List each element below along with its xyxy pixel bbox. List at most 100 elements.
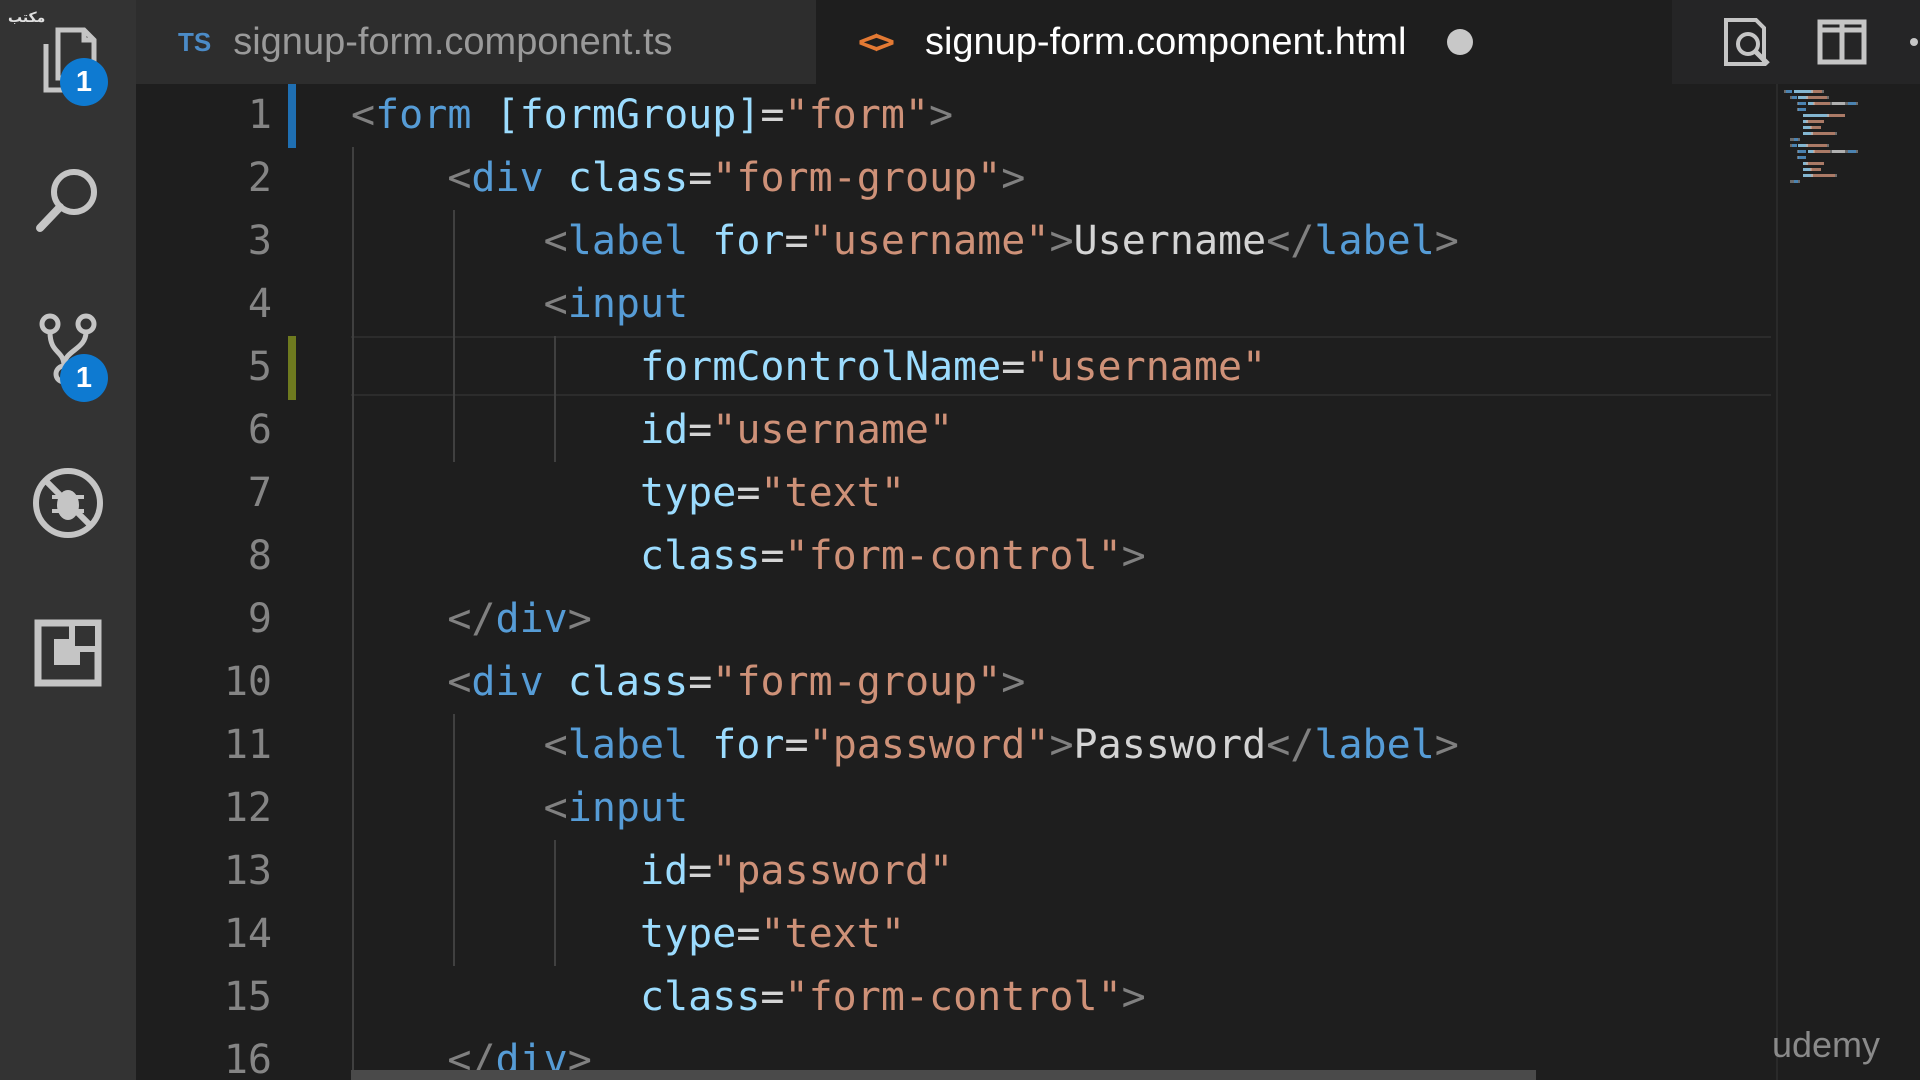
minimap-token xyxy=(1798,96,1807,99)
minimap-token xyxy=(1827,144,1830,147)
line-number: 16 xyxy=(223,1037,272,1080)
code-token: "text" xyxy=(760,911,905,957)
code-token: label xyxy=(1314,218,1435,264)
extensions-button[interactable] xyxy=(0,593,136,713)
code-line[interactable]: 13 id="password" xyxy=(136,840,1776,903)
code-token: "password" xyxy=(712,848,954,894)
split-editor-icon[interactable] xyxy=(1812,12,1872,72)
line-number: 7 xyxy=(247,470,272,516)
code-token: = xyxy=(760,533,785,579)
line-number: 11 xyxy=(223,722,272,768)
html-file-icon: <> xyxy=(858,22,895,62)
more-actions-icon[interactable] xyxy=(1900,12,1920,72)
code-editor[interactable]: 1 <form [formGroup]="form"> 2 <div class="… xyxy=(136,84,1776,1080)
code-text: <label for="password">Password</label> xyxy=(351,714,1459,777)
line-number: 15 xyxy=(223,974,272,1020)
code-token: "password" xyxy=(808,722,1050,768)
code-line[interactable]: 9 </div> xyxy=(136,588,1776,651)
code-token: id xyxy=(639,407,689,453)
code-token: > xyxy=(1121,533,1146,579)
code-line[interactable]: 5 formControlName="username" xyxy=(136,336,1776,399)
udemy-watermark: udemy xyxy=(1771,1024,1880,1065)
minimap-token xyxy=(1798,150,1807,153)
tab-label: signup-form.component.ts xyxy=(233,20,673,63)
minimap-token xyxy=(1798,180,1801,183)
minimap-token xyxy=(1803,132,1812,135)
minimap-token xyxy=(1812,132,1836,135)
code-line[interactable]: 3 <label for="username">Username</label> xyxy=(136,210,1776,273)
line-number: 2 xyxy=(247,155,272,201)
code-token: [formGroup] xyxy=(495,92,761,138)
code-token: > xyxy=(929,92,954,138)
code-token: div xyxy=(471,659,544,705)
code-token: = xyxy=(1001,344,1026,390)
minimap-token xyxy=(1808,162,1824,165)
code-line[interactable]: 10 <div class="form-group"> xyxy=(136,651,1776,714)
code-token: "text" xyxy=(760,470,905,516)
tab-signup-form-component-html[interactable]: <> signup-form.component.html xyxy=(816,0,1672,84)
code-token: id xyxy=(639,848,689,894)
code-text: class="form-control"> xyxy=(351,525,1146,588)
minimap-token xyxy=(1798,138,1801,141)
code-token: class xyxy=(639,533,761,579)
code-line[interactable]: 7 type="text" xyxy=(136,462,1776,525)
source-control-button[interactable]: 1 xyxy=(0,290,136,410)
debug-button[interactable] xyxy=(0,443,136,563)
code-line[interactable]: 1 <form [formGroup]="form"> xyxy=(136,84,1776,147)
code-line[interactable]: 15 class="form-control"> xyxy=(136,966,1776,1029)
code-line[interactable]: 4 <input xyxy=(136,273,1776,336)
code-token: > xyxy=(1121,974,1146,1020)
code-token: "form-group" xyxy=(712,155,1002,201)
minimap-token xyxy=(1835,174,1838,177)
minimap-token xyxy=(1803,174,1812,177)
code-line[interactable]: 6 id="username" xyxy=(136,399,1776,462)
code-token: div xyxy=(471,155,544,201)
code-token: < xyxy=(447,659,472,705)
code-token: < xyxy=(351,92,376,138)
search-button[interactable] xyxy=(0,140,136,260)
horizontal-scrollbar[interactable] xyxy=(351,1070,1536,1080)
code-token: </ xyxy=(1266,722,1315,768)
line-number: 9 xyxy=(247,596,272,642)
line-number: 6 xyxy=(247,407,272,453)
code-text: <div class="form-group"> xyxy=(351,147,1025,210)
minimap-token xyxy=(1803,114,1828,117)
code-line[interactable]: 2 <div class="form-group"> xyxy=(136,147,1776,210)
code-token: label xyxy=(1314,722,1435,768)
code-line[interactable]: 14 type="text" xyxy=(136,903,1776,966)
explorer-button[interactable]: 1 xyxy=(0,0,136,120)
code-text: <input xyxy=(351,777,689,840)
code-token: "username" xyxy=(1025,344,1267,390)
code-line[interactable]: 12 <input xyxy=(136,777,1776,840)
code-token: = xyxy=(760,92,785,138)
minimap-token xyxy=(1848,150,1856,153)
open-preview-icon[interactable] xyxy=(1716,12,1776,72)
code-token: < xyxy=(543,218,568,264)
code-line[interactable]: 8 class="form-control"> xyxy=(136,525,1776,588)
code-token: </ xyxy=(447,596,496,642)
minimap-token xyxy=(1814,102,1831,105)
code-token: form xyxy=(375,92,472,138)
minimap[interactable] xyxy=(1776,84,1920,1080)
unsaved-changes-dot-icon[interactable] xyxy=(1446,29,1473,55)
tab-signup-form-component-ts[interactable]: TS signup-form.component.ts xyxy=(136,0,816,84)
line-number: 8 xyxy=(247,533,272,579)
code-line[interactable]: 11 <label for="password">Password</label… xyxy=(136,714,1776,777)
activity-bar: مكتب 1 1 xyxy=(0,0,136,1080)
code-token: type xyxy=(639,470,737,516)
code-token: </ xyxy=(1266,218,1315,264)
code-token: input xyxy=(567,785,689,831)
editor-tab-bar: TS signup-form.component.ts <> signup-fo… xyxy=(136,0,1920,84)
minimap-token xyxy=(1822,90,1825,93)
code-token: Password xyxy=(1073,722,1267,768)
code-token: class xyxy=(639,974,761,1020)
